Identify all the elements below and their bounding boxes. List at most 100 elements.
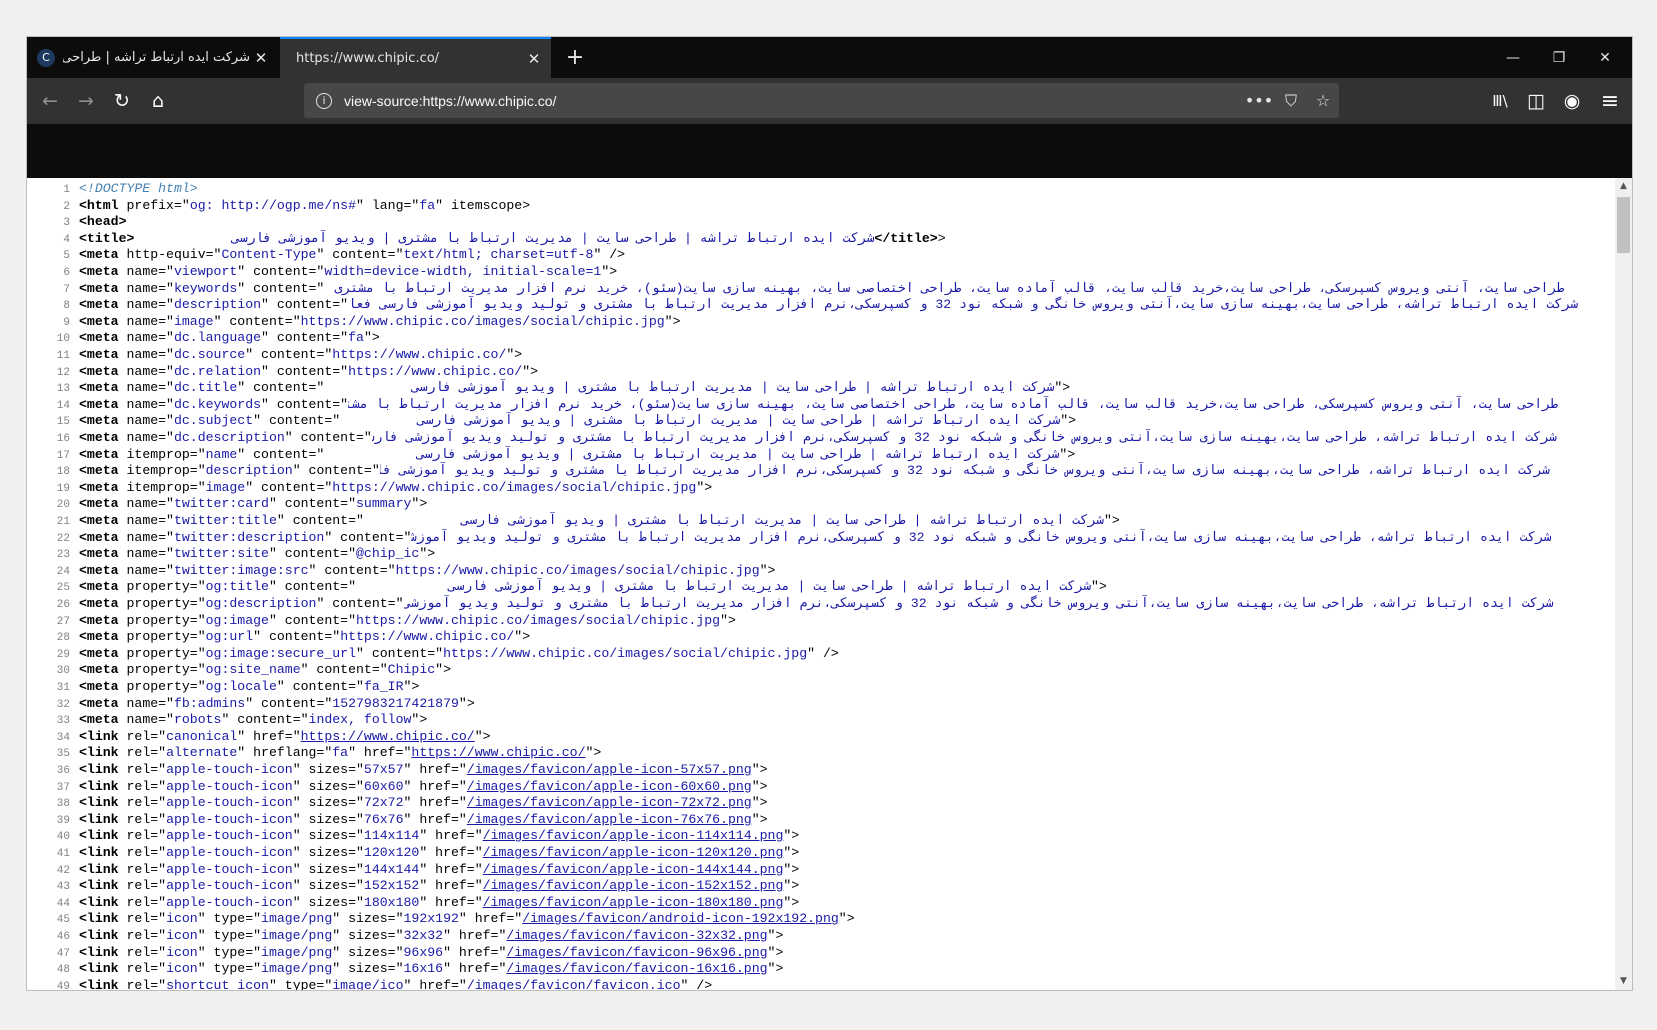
source-link[interactable]: /images/favicon/apple-icon-180x180.png — [483, 895, 784, 910]
source-link[interactable]: /images/favicon/apple-icon-76x76.png — [467, 812, 752, 827]
attribute-value: apple-touch-icon — [166, 811, 293, 827]
source-text: " content=" — [276, 679, 364, 694]
source-line: 16 <meta name="dc.description" content=" ش… — [27, 429, 1557, 446]
source-text: property=" — [118, 629, 206, 645]
source-link[interactable]: /images/favicon/apple-icon-72x72.png — [467, 795, 752, 810]
source-text: " content=" — [316, 596, 404, 611]
source-text: name=" — [118, 562, 174, 578]
html-tag: <meta — [79, 247, 119, 263]
source-text: " type=" — [197, 944, 262, 960]
source-line: 38 <link rel="apple-touch-icon" sizes="72… — [27, 794, 768, 811]
sidebar-icon[interactable]: ◫ — [1519, 84, 1553, 118]
minimize-button[interactable]: — — [1490, 37, 1536, 78]
source-text: " sizes=" — [292, 811, 364, 827]
source-link[interactable]: /images/favicon/favicon.ico — [467, 978, 681, 990]
close-tab-icon[interactable]: ✕ — [523, 50, 545, 68]
source-text: " href=" — [403, 778, 467, 794]
home-icon[interactable]: ⌂ — [141, 84, 175, 118]
attribute-value: description — [173, 297, 262, 313]
source-line: 26 <meta property="og:description" conten… — [27, 595, 1554, 612]
attribute-value: image/png — [261, 928, 333, 943]
vertical-scrollbar[interactable]: ▲ ▼ — [1615, 178, 1632, 990]
html-tag: <meta — [79, 330, 119, 346]
source-text: rel=" — [118, 745, 167, 761]
source-link[interactable]: https://www.chipic.co/ — [301, 729, 475, 744]
html-tag: <link — [79, 795, 119, 811]
html-tag: <meta — [79, 645, 119, 661]
html-tag: <meta — [79, 413, 119, 429]
source-text: " content=" — [261, 297, 349, 313]
source-text: name=" — [118, 264, 174, 279]
source-text: name=" — [118, 430, 174, 445]
tab-title: https://www.chipic.co/ — [296, 51, 440, 66]
source-text: name=" — [118, 380, 174, 396]
source-text: "> — [783, 845, 800, 860]
scroll-down-icon[interactable]: ▼ — [1615, 973, 1632, 990]
source-text: " content=" — [245, 479, 333, 495]
window-close-button[interactable]: ✕ — [1582, 37, 1628, 78]
reload-icon[interactable]: ↻ — [105, 84, 139, 118]
attribute-value: 76x76 — [363, 811, 404, 827]
account-icon[interactable]: ◉ — [1555, 84, 1589, 118]
attribute-value: apple-touch-icon — [166, 795, 293, 811]
source-text: " sizes=" — [292, 861, 364, 877]
html-tag: <html — [79, 197, 119, 213]
library-icon[interactable]: Ⅲ\ — [1483, 84, 1517, 118]
site-info-icon[interactable]: i — [316, 92, 332, 109]
source-link[interactable]: /images/favicon/apple-icon-144x144.png — [483, 862, 784, 877]
attribute-value: 114x114 — [363, 828, 420, 844]
bookmark-star-icon[interactable]: ☆ — [1307, 91, 1339, 110]
source-link[interactable]: /images/favicon/apple-icon-60x60.png — [467, 779, 752, 794]
source-text: property=" — [118, 679, 206, 694]
menu-icon[interactable]: ≡ — [1593, 84, 1627, 118]
more-actions-icon[interactable]: ••• — [1243, 91, 1275, 110]
source-link[interactable]: /images/favicon/favicon-96x96.png — [506, 945, 767, 960]
source-text: " href=" — [403, 795, 467, 811]
source-text: "> — [411, 712, 428, 728]
scroll-up-icon[interactable]: ▲ — [1615, 178, 1632, 195]
html-tag: <meta — [79, 380, 119, 396]
source-line: 46 <link rel="icon" type="image/png" size… — [27, 927, 784, 944]
attribute-value: og:locale — [205, 679, 277, 694]
attribute-value: apple-touch-icon — [166, 878, 293, 894]
source-link[interactable]: /images/favicon/apple-icon-120x120.png — [483, 845, 784, 860]
address-bar[interactable]: i view-source:https://www.chipic.co/ •••… — [304, 83, 1339, 118]
back-arrow-icon[interactable]: ← — [33, 84, 67, 118]
pocket-icon[interactable]: ⛉ — [1275, 91, 1307, 111]
source-line: 17 <meta itemprop="name" content=" شرکت ای… — [27, 446, 1075, 463]
url-input[interactable]: view-source:https://www.chipic.co/ — [344, 93, 1243, 109]
scrollbar-thumb[interactable] — [1617, 197, 1630, 253]
source-link[interactable]: /images/favicon/apple-icon-57x57.png — [467, 762, 752, 777]
source-text: " content=" — [237, 280, 325, 296]
attribute-value: apple-touch-icon — [166, 894, 293, 910]
source-line: 10 <meta name="dc.language" content="fa"> — [27, 329, 380, 346]
attribute-value: icon — [166, 928, 198, 943]
attribute-value: Chipic — [387, 662, 436, 678]
html-tag: <link — [79, 894, 119, 910]
attribute-value: icon — [166, 911, 198, 927]
source-link[interactable]: https://www.chipic.co/ — [411, 745, 585, 760]
source-text: "> — [458, 695, 475, 711]
source-text: " content=" — [213, 313, 301, 329]
source-line: 31 <meta property="og:locale" content="fa… — [27, 678, 420, 695]
source-link[interactable]: /images/favicon/apple-icon-152x152.png — [483, 878, 784, 893]
source-link[interactable]: /images/favicon/favicon-16x16.png — [506, 961, 767, 976]
new-tab-button[interactable]: + — [555, 37, 595, 78]
source-link[interactable]: /images/favicon/android-icon-192x192.png — [522, 911, 839, 926]
close-tab-icon[interactable]: ✕ — [250, 49, 272, 67]
source-text: rel=" — [118, 795, 167, 811]
source-line: 19 <meta itemprop="image" content="https:… — [27, 479, 712, 496]
source-text: "> — [783, 878, 800, 894]
source-text: " type=" — [268, 977, 333, 990]
source-text: " type=" — [197, 961, 262, 977]
source-text: "> — [751, 795, 768, 811]
source-link[interactable]: /images/favicon/apple-icon-114x114.png — [483, 828, 784, 843]
tab-chipic[interactable]: C شرکت ایده ارتباط تراشه | طراحی ✕ — [27, 37, 278, 78]
source-text: "> — [506, 347, 523, 362]
attribute-value: 72x72 — [363, 795, 404, 811]
restore-button[interactable]: ❐ — [1536, 37, 1582, 78]
tab-view-source[interactable]: https://www.chipic.co/ ✕ — [280, 37, 551, 78]
forward-arrow-icon[interactable]: → — [69, 84, 103, 118]
source-link[interactable]: /images/favicon/favicon-32x32.png — [506, 928, 767, 943]
html-tag: <meta — [79, 280, 119, 296]
